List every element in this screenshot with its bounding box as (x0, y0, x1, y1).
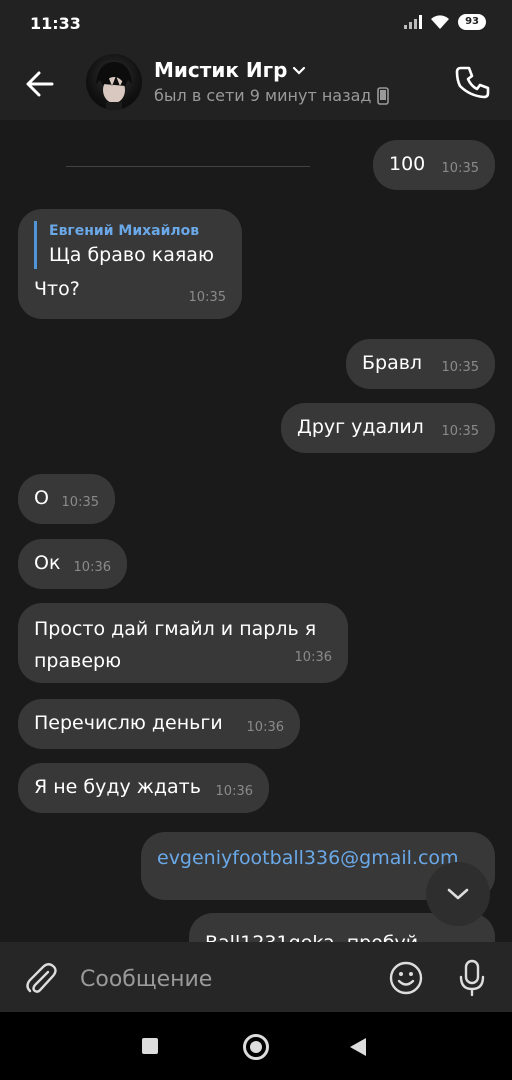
phone-call-icon[interactable] (452, 62, 492, 102)
contact-name-text: Мистик Игр (154, 58, 288, 82)
message-text: Перечислю деньги (34, 712, 223, 734)
message-time: 10:36 (246, 720, 284, 735)
home-icon[interactable] (243, 1034, 269, 1060)
chevron-down-icon[interactable] (291, 64, 307, 76)
message-outgoing[interactable]: 100 10:35 (373, 140, 495, 190)
scroll-to-bottom-button[interactable] (426, 862, 490, 926)
reply-author: Евгений Михайлов (49, 223, 200, 239)
chevron-down-icon (447, 888, 469, 900)
recent-apps-icon[interactable] (142, 1038, 158, 1054)
contact-status: был в сети 9 минут назад (154, 86, 390, 105)
message-time: 10:36 (215, 784, 253, 799)
message-time: 10:35 (441, 424, 479, 439)
reply-text: Ща браво каяаю (49, 244, 214, 266)
message-input[interactable] (80, 964, 370, 994)
message-text: О (34, 487, 49, 509)
message-time: 10:35 (441, 161, 479, 176)
chat-header: Мистик Игр был в сети 9 минут назад (0, 48, 512, 167)
last-seen-text: был в сети 9 минут назад (154, 86, 372, 105)
back-arrow-icon[interactable] (20, 64, 60, 104)
message-incoming[interactable]: Ок 10:36 (18, 539, 127, 589)
message-text: 100 (389, 153, 426, 175)
message-time: 10:35 (441, 360, 479, 375)
paperclip-icon[interactable] (22, 958, 58, 998)
message-composer (0, 942, 512, 1012)
message-text: Ball1231geka, пробуй (205, 932, 418, 942)
status-bar: 11:33 93 (0, 0, 512, 48)
microphone-icon[interactable] (456, 958, 488, 998)
message-time: 10:36 (294, 650, 332, 665)
message-text: Я не буду ждать (34, 776, 201, 798)
signal-icon (404, 15, 423, 29)
status-time: 11:33 (30, 14, 81, 33)
message-incoming[interactable]: Я не буду ждать 10:36 (18, 763, 269, 813)
message-link[interactable]: evgeniyfootball336@gmail.com (157, 847, 459, 869)
battery-indicator: 93 (458, 14, 486, 30)
message-outgoing[interactable]: Бравл 10:35 (346, 339, 495, 389)
message-incoming[interactable]: Перечислю деньги 10:36 (18, 699, 300, 749)
message-text: Что? (34, 278, 80, 300)
message-incoming[interactable]: О 10:35 (18, 474, 115, 524)
avatar[interactable] (86, 54, 142, 110)
message-time: 10:35 (61, 495, 99, 510)
phone-device-icon (377, 86, 390, 105)
message-text: Бравл (362, 352, 423, 374)
contact-name[interactable]: Мистик Игр (154, 58, 307, 82)
message-time: 10:36 (73, 560, 111, 575)
emoji-icon[interactable] (388, 960, 424, 996)
message-text: Друг удалил (297, 416, 424, 438)
message-incoming[interactable]: Просто дай гмайл и парль я праверю 10:36 (18, 603, 348, 683)
message-text: Ок (34, 552, 61, 574)
message-outgoing[interactable]: Друг удалил 10:35 (281, 403, 495, 453)
system-back-icon[interactable] (350, 1038, 366, 1056)
status-icons: 93 (404, 14, 486, 30)
reply-quote[interactable]: Евгений Михайлов Ща браво каяаю (34, 221, 226, 269)
message-time: 10:35 (188, 290, 226, 305)
message-incoming[interactable]: Евгений Михайлов Ща браво каяаю Что? 10:… (18, 209, 242, 319)
wifi-icon (431, 15, 450, 29)
system-navigation-bar (0, 1012, 512, 1080)
chat-messages[interactable]: 100 10:35 Евгений Михайлов Ща браво каяа… (0, 120, 512, 942)
message-text-line-2: праверю (34, 650, 122, 672)
message-text-line-1: Просто дай гмайл и парль я (34, 618, 317, 640)
